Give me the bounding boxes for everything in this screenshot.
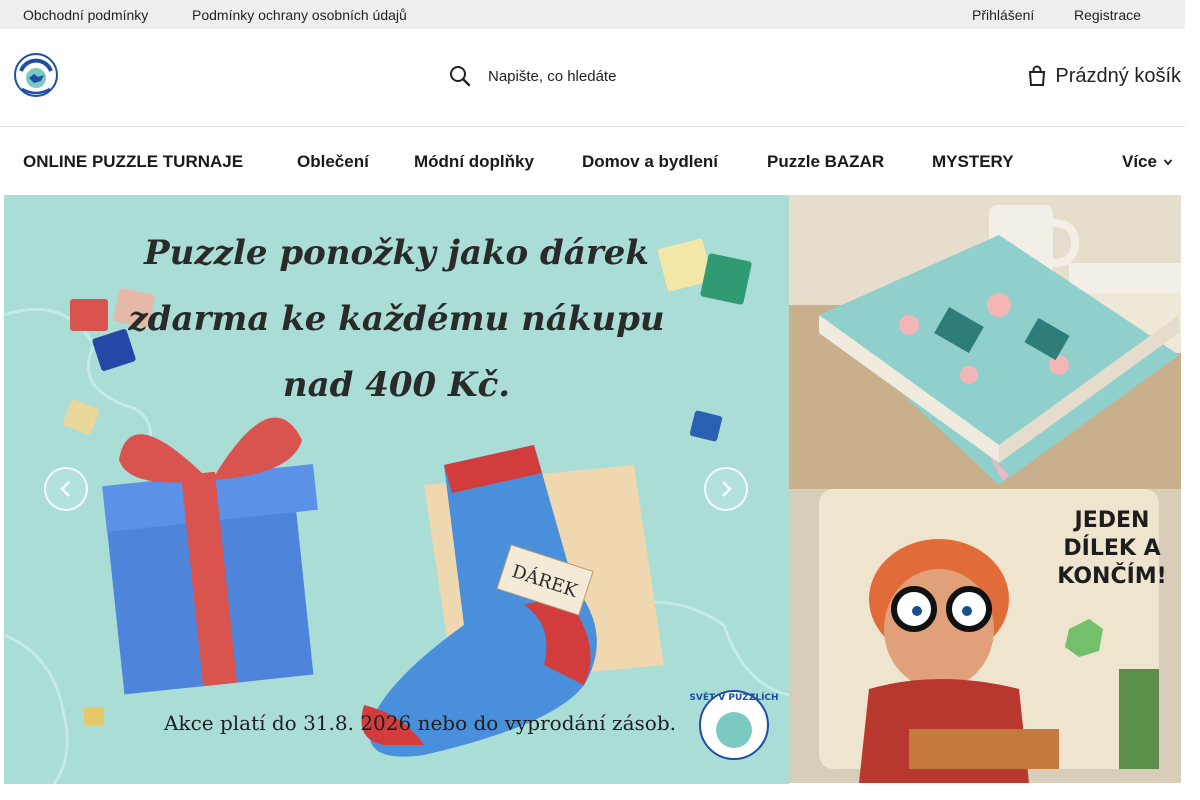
hero-title-line-1: Puzzle ponožky jako dárek bbox=[144, 233, 649, 273]
nav-more-label: Více bbox=[1122, 152, 1157, 171]
nav-item-obleceni[interactable]: Oblečení bbox=[297, 152, 369, 172]
carousel-next-button[interactable] bbox=[704, 467, 748, 511]
pillow-caption: JEDEN DÍLEK A KONČÍM! bbox=[1057, 508, 1167, 589]
side-banner-pillow[interactable]: JEDEN DÍLEK A KONČÍM! bbox=[789, 489, 1181, 783]
hero-illustration: DÁREK SVĚT V PUZZLÍCH bbox=[4, 238, 789, 784]
cart-label: Prázdný košík bbox=[1055, 64, 1181, 87]
side-banner-book[interactable] bbox=[789, 195, 1181, 489]
chevron-right-icon bbox=[722, 481, 732, 497]
privacy-link[interactable]: Podmínky ochrany osobních údajů bbox=[192, 7, 407, 23]
carousel-prev-button[interactable] bbox=[44, 467, 88, 511]
hero-banner[interactable]: DÁREK SVĚT V PUZZLÍCH Puzzle ponožky jak… bbox=[4, 195, 789, 784]
hero-title-line-2: zdarma ke každému nákupu bbox=[128, 299, 665, 339]
nav-item-puzzle-bazar[interactable]: Puzzle BAZAR bbox=[767, 152, 884, 172]
hero-footer-text: Akce platí do 31.8. 2026 nebo do vyprodá… bbox=[164, 711, 676, 735]
chevron-down-icon bbox=[1163, 159, 1173, 166]
book-cover-image bbox=[789, 195, 1181, 489]
chevron-left-icon bbox=[60, 481, 70, 497]
nav-item-online-puzzle-turnaje[interactable]: ONLINE PUZZLE TURNAJE bbox=[23, 152, 243, 172]
search-box[interactable]: Napište, co hledáte bbox=[448, 59, 788, 93]
main-nav: ONLINE PUZZLE TURNAJE Oblečení Módní dop… bbox=[0, 127, 1185, 195]
cart-icon bbox=[1028, 65, 1046, 87]
search-input[interactable]: Napište, co hledáte bbox=[488, 68, 616, 85]
terms-link[interactable]: Obchodní podmínky bbox=[23, 7, 148, 23]
nav-item-modni-doplnky[interactable]: Módní doplňky bbox=[414, 152, 534, 172]
site-header: Napište, co hledáte Prázdný košík bbox=[0, 29, 1185, 127]
nav-item-domov-a-bydleni[interactable]: Domov a bydlení bbox=[582, 152, 718, 172]
hero-brand-text: SVĚT V PUZZLÍCH bbox=[689, 691, 778, 703]
cart-button[interactable]: Prázdný košík bbox=[1028, 59, 1181, 93]
site-logo[interactable] bbox=[12, 51, 60, 99]
login-link[interactable]: Přihlášení bbox=[972, 7, 1034, 23]
search-icon[interactable] bbox=[448, 64, 472, 88]
logo-icon bbox=[14, 53, 58, 97]
hero-title-line-3: nad 400 Kč. bbox=[282, 365, 511, 405]
nav-item-mystery[interactable]: MYSTERY bbox=[932, 152, 1014, 172]
register-link[interactable]: Registrace bbox=[1074, 7, 1141, 23]
top-bar: Obchodní podmínky Podmínky ochrany osobn… bbox=[0, 0, 1185, 29]
nav-more-button[interactable]: Více bbox=[1122, 152, 1173, 172]
